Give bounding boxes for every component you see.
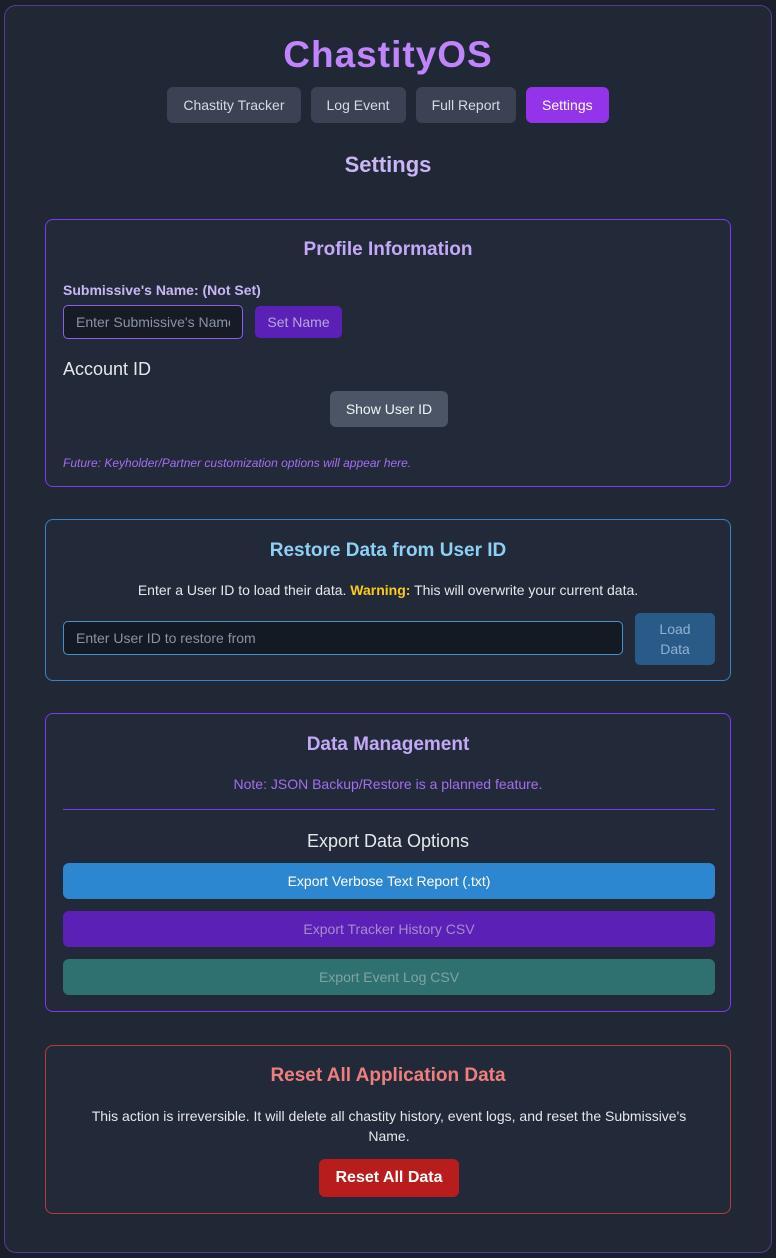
- tab-settings[interactable]: Settings: [526, 87, 609, 123]
- show-user-id-button[interactable]: Show User ID: [330, 391, 448, 427]
- page-title: Settings: [344, 152, 432, 177]
- restore-warning: Warning:: [350, 582, 411, 598]
- reset-description: This action is irreversible. It will del…: [91, 1108, 687, 1144]
- app-title: ChastityOS: [283, 34, 493, 75]
- export-text-report-button[interactable]: Export Verbose Text Report (.txt): [63, 863, 715, 899]
- restore-desc-prefix: Enter a User ID to load their data.: [137, 582, 347, 598]
- set-name-button[interactable]: Set Name: [255, 306, 342, 338]
- load-data-label-line1: Load: [659, 621, 691, 637]
- restore-desc-suffix: This will overwrite your current data.: [414, 582, 639, 598]
- load-data-button[interactable]: Load Data: [635, 613, 715, 665]
- profile-heading: Profile Information: [303, 239, 473, 260]
- restore-heading: Restore Data from User ID: [269, 540, 507, 561]
- tab-full-report[interactable]: Full Report: [415, 87, 517, 123]
- submissive-name-input[interactable]: [63, 305, 243, 339]
- restore-user-id-input[interactable]: [63, 621, 623, 655]
- reset-section: Reset All Application Data This action i…: [45, 1045, 731, 1214]
- profile-section: Profile Information Submissive's Name: (…: [45, 219, 731, 487]
- submissive-name-label: Submissive's Name: (Not Set): [63, 282, 261, 298]
- tab-log-event[interactable]: Log Event: [310, 87, 406, 123]
- main-nav: Chastity Tracker Log Event Full Report S…: [5, 87, 771, 123]
- restore-description: Enter a User ID to load their data. Warn…: [46, 582, 730, 598]
- json-backup-note: Note: JSON Backup/Restore is a planned f…: [233, 776, 543, 792]
- export-tracker-csv-button[interactable]: Export Tracker History CSV: [63, 911, 715, 947]
- load-data-label-line2: Data: [660, 641, 690, 657]
- restore-section: Restore Data from User ID Enter a User I…: [45, 519, 731, 681]
- section-divider: [63, 809, 715, 810]
- export-event-csv-button[interactable]: Export Event Log CSV: [63, 959, 715, 995]
- account-id-heading: Account ID: [63, 359, 152, 379]
- export-options-heading: Export Data Options: [306, 831, 470, 851]
- reset-heading: Reset All Application Data: [270, 1065, 506, 1086]
- data-management-heading: Data Management: [306, 734, 470, 755]
- app-window: ChastityOS Chastity Tracker Log Event Fu…: [4, 5, 772, 1253]
- data-management-section: Data Management Note: JSON Backup/Restor…: [45, 713, 731, 1012]
- tab-chastity-tracker[interactable]: Chastity Tracker: [167, 87, 301, 123]
- future-note: Future: Keyholder/Partner customization …: [63, 456, 412, 470]
- reset-all-data-button[interactable]: Reset All Data: [319, 1159, 459, 1197]
